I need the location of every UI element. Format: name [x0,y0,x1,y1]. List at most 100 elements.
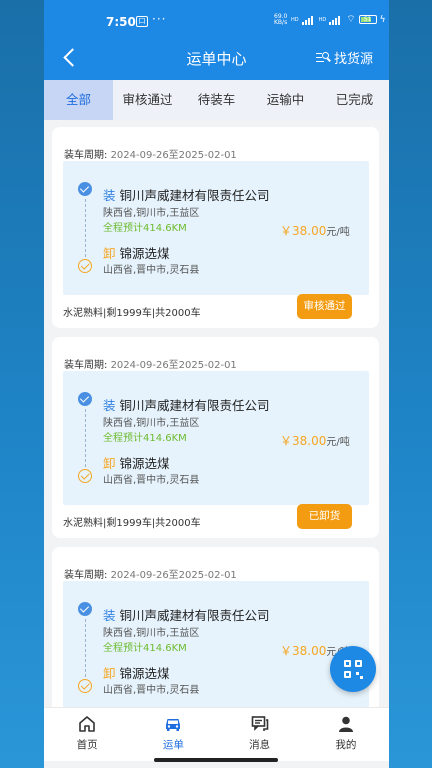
wifi-icon: ⌔ [346,14,356,25]
tab-in-transit[interactable]: 运输中 [251,80,320,120]
route-dashed-line [85,199,86,257]
load-check-icon [78,182,92,196]
nav-waybill-label: 运单 [162,739,184,751]
load-company-name: 铜川声威建材有限责任公司 [119,608,270,623]
load-period: 装车周期: 2024-09-26至2025-02-01 [64,146,237,161]
app-header: 运单中心 找货源 [44,34,389,80]
load-period-value: 2024-09-26至2025-02-01 [110,360,237,371]
load-period-value: 2024-09-26至2025-02-01 [110,150,237,161]
distance: 全程预计414.6KM [103,433,187,444]
goods-summary: 水泥熟料|剩1999车|共2000车 [63,518,201,529]
qr-code-icon-part [356,672,359,675]
unload-tag: 卸 [103,666,116,681]
unload-name-text: 锦源选煤 [119,456,170,471]
unload-check-icon [78,469,92,483]
nav-profile[interactable]: 我的 [303,708,389,761]
message-icon [251,716,268,731]
load-tag: 装 [103,398,116,413]
order-card[interactable]: 装车周期: 2024-09-26至2025-02-01 装铜川声威建材有限责任公… [52,127,379,328]
qr-code-icon [344,660,351,667]
unload-tag: 卸 [103,246,116,261]
status-button[interactable]: 审核通过 [297,294,352,319]
nav-messages-label: 消息 [249,739,271,751]
unload-tag: 卸 [103,456,116,471]
signal-icon [301,15,316,25]
unload-name: 卸锦源选煤 [103,663,170,682]
load-period-label: 装车周期: [64,360,108,371]
distance: 全程预计414.6KM [103,643,187,654]
charging-icon: ϟ [379,14,386,25]
route-dashed-line [85,409,86,467]
status-indicators: 69.0 KB/s HD HD ⌔ 51 ϟ [274,13,386,26]
more-notifications-icon: ··· [152,12,167,26]
load-period-label: 装车周期: [64,150,108,161]
load-tag: 装 [103,188,116,203]
load-company: 装铜川声威建材有限责任公司 [103,395,270,414]
load-address: 陕西省,铜川市,王益区 [103,208,200,219]
app-screen: 7:50 口 ··· 69.0 KB/s HD HD ⌔ 51 ϟ 运单中心 找… [44,0,389,768]
status-bar: 7:50 口 ··· 69.0 KB/s HD HD ⌔ 51 ϟ [44,0,389,34]
tab-pending-load[interactable]: 待装车 [182,80,251,120]
home-icon [79,716,95,732]
bottom-nav: 首页 运单 消息 我的 [44,707,389,761]
unload-name: 卸锦源选煤 [103,243,170,262]
unload-check-icon [78,259,92,273]
nav-home[interactable]: 首页 [44,708,130,761]
load-address: 陕西省,铜川市,王益区 [103,418,200,429]
qr-code-icon-part [355,660,362,667]
load-address: 陕西省,铜川市,王益区 [103,628,200,639]
load-period: 装车周期: 2024-09-26至2025-02-01 [64,566,237,581]
search-list-icon [315,51,331,64]
find-source-label: 找货源 [333,52,373,67]
price-unit: 元/吨 [326,437,350,448]
load-period-value: 2024-09-26至2025-02-01 [110,570,237,581]
network-speed: 69.0 KB/s [274,12,288,26]
load-company: 装铜川声威建材有限责任公司 [103,185,270,204]
find-source-button[interactable]: 找货源 [315,48,373,67]
load-company-name: 铜川声威建材有限责任公司 [119,398,270,413]
price-unit: 元/吨 [326,227,350,238]
unload-address: 山西省,晋中市,灵石县 [103,685,200,696]
qr-code-icon-part [344,671,351,678]
route-panel: 装铜川声威建材有限责任公司 陕西省,铜川市,王益区 全程预计414.6KM ￥3… [63,581,369,715]
load-period: 装车周期: 2024-09-26至2025-02-01 [64,356,237,371]
truck-icon [166,719,181,731]
tab-completed[interactable]: 已完成 [320,80,389,120]
load-check-icon [78,392,92,406]
nav-messages[interactable]: 消息 [217,708,303,761]
status-button[interactable]: 已卸货 [297,504,352,529]
nav-profile-label: 我的 [335,739,357,751]
hd-label-1: HD [291,16,299,23]
status-tabs: 全部 审核通过 待装车 运输中 已完成 [44,80,389,120]
tab-all[interactable]: 全部 [44,80,113,120]
scan-qr-button[interactable] [330,646,376,692]
profile-icon [338,716,353,732]
qr-code-icon-part [360,676,363,679]
load-company-name: 铜川声威建材有限责任公司 [119,188,270,203]
goods-summary: 水泥熟料|剩1999车|共2000车 [63,308,201,319]
tab-approved[interactable]: 审核通过 [113,80,182,120]
unload-name-text: 锦源选煤 [119,246,170,261]
nav-waybill[interactable]: 运单 [130,708,216,761]
unload-address: 山西省,晋中市,灵石县 [103,265,200,276]
load-check-icon [78,602,92,616]
unload-check-icon [78,679,92,693]
nav-home-label: 首页 [76,739,98,751]
load-period-label: 装车周期: [64,570,108,581]
home-indicator[interactable] [154,758,278,762]
load-tag: 装 [103,608,116,623]
route-panel: 装铜川声威建材有限责任公司 陕西省,铜川市,王益区 全程预计414.6KM ￥3… [63,371,369,505]
freight-price: ￥38.00元/吨 [280,432,350,449]
price-value: ￥38.00 [280,224,327,238]
battery-icon: 51 [358,15,377,24]
battery-level: 51 [363,16,372,23]
price-value: ￥38.00 [280,434,327,448]
load-company: 装铜川声威建材有限责任公司 [103,605,270,624]
unload-name: 卸锦源选煤 [103,453,170,472]
unload-address: 山西省,晋中市,灵石县 [103,475,200,486]
signal-icon-2 [329,15,343,25]
freight-price: ￥38.00元/吨 [280,222,350,239]
route-panel: 装铜川声威建材有限责任公司 陕西省,铜川市,王益区 全程预计414.6KM ￥3… [63,161,369,295]
route-dashed-line [85,619,86,677]
order-card[interactable]: 装车周期: 2024-09-26至2025-02-01 装铜川声威建材有限责任公… [52,337,379,538]
